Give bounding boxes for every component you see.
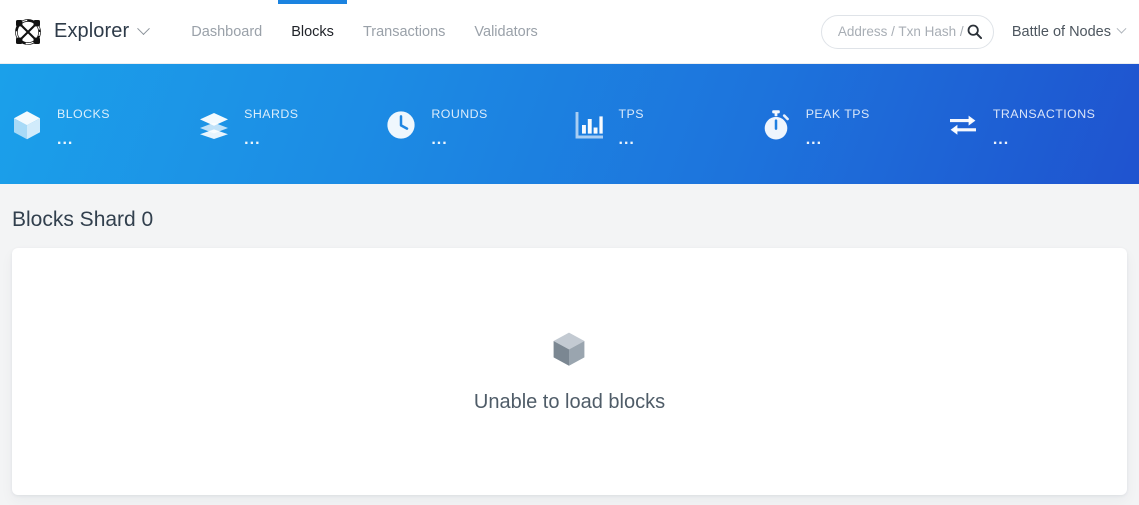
network-stats-bar: BLOCKS ... SHARDS ... ROUNDS ... TPS ...… bbox=[0, 64, 1139, 184]
stat-value: ... bbox=[244, 130, 261, 148]
empty-state-message: Unable to load blocks bbox=[473, 391, 666, 413]
clock-icon bbox=[384, 108, 418, 142]
stat-label: BLOCKS bbox=[57, 106, 110, 121]
stat-peak-tps: PEAK TPS ... bbox=[759, 103, 946, 148]
stat-label: TRANSACTIONS bbox=[992, 106, 1096, 121]
stat-transactions: TRANSACTIONS ... bbox=[946, 103, 1133, 148]
elrond-logo-icon bbox=[12, 16, 44, 48]
network-label: Battle of Nodes bbox=[1011, 23, 1111, 40]
stat-value: ... bbox=[992, 130, 1010, 148]
main-nav: Dashboard Blocks Transactions Validators bbox=[190, 0, 539, 64]
stat-tps: TPS ... bbox=[572, 103, 759, 148]
search-icon[interactable] bbox=[967, 24, 982, 40]
bar-chart-icon bbox=[572, 108, 606, 142]
stat-rounds: ROUNDS ... bbox=[384, 103, 571, 148]
brand-home-link[interactable]: Explorer bbox=[12, 16, 151, 48]
app-header: Explorer Dashboard Blocks Transactions V… bbox=[0, 0, 1139, 64]
stat-blocks: BLOCKS ... bbox=[10, 103, 197, 148]
stat-label: SHARDS bbox=[244, 106, 299, 121]
main-content: Blocks Shard 0 Unable to load blocks bbox=[0, 184, 1139, 495]
nav-label: Dashboard bbox=[191, 23, 263, 40]
nav-item-transactions[interactable]: Transactions bbox=[362, 0, 446, 64]
stopwatch-icon bbox=[759, 108, 793, 142]
nav-label: Validators bbox=[474, 23, 538, 40]
chevron-down-icon bbox=[1116, 23, 1127, 34]
nav-label: Blocks bbox=[291, 23, 334, 40]
stat-value: ... bbox=[618, 130, 635, 148]
nav-label: Transactions bbox=[362, 23, 446, 40]
header-actions: Battle of Nodes bbox=[820, 14, 1127, 49]
empty-state: Unable to load blocks bbox=[474, 329, 665, 414]
search-box[interactable] bbox=[820, 14, 994, 49]
chevron-down-icon[interactable] bbox=[137, 22, 151, 36]
blocks-card: Unable to load blocks bbox=[12, 248, 1127, 495]
stat-value: ... bbox=[431, 130, 448, 148]
cube-icon bbox=[549, 329, 589, 369]
exchange-arrows-icon bbox=[946, 108, 980, 142]
cube-icon bbox=[10, 108, 44, 142]
layers-icon bbox=[197, 108, 231, 142]
stat-value: ... bbox=[57, 130, 74, 148]
stat-label: TPS bbox=[618, 106, 644, 121]
page-title: Blocks Shard 0 bbox=[12, 208, 154, 231]
stat-label: ROUNDS bbox=[431, 106, 488, 121]
network-selector[interactable]: Battle of Nodes bbox=[1011, 23, 1127, 40]
stat-value: ... bbox=[805, 130, 823, 148]
stat-shards: SHARDS ... bbox=[197, 103, 384, 148]
search-input[interactable] bbox=[837, 24, 965, 39]
nav-item-dashboard[interactable]: Dashboard bbox=[190, 0, 263, 64]
nav-item-blocks[interactable]: Blocks bbox=[278, 0, 347, 64]
stat-label: PEAK TPS bbox=[805, 106, 870, 121]
nav-item-validators[interactable]: Validators bbox=[473, 0, 538, 64]
brand-name: Explorer bbox=[54, 20, 130, 42]
